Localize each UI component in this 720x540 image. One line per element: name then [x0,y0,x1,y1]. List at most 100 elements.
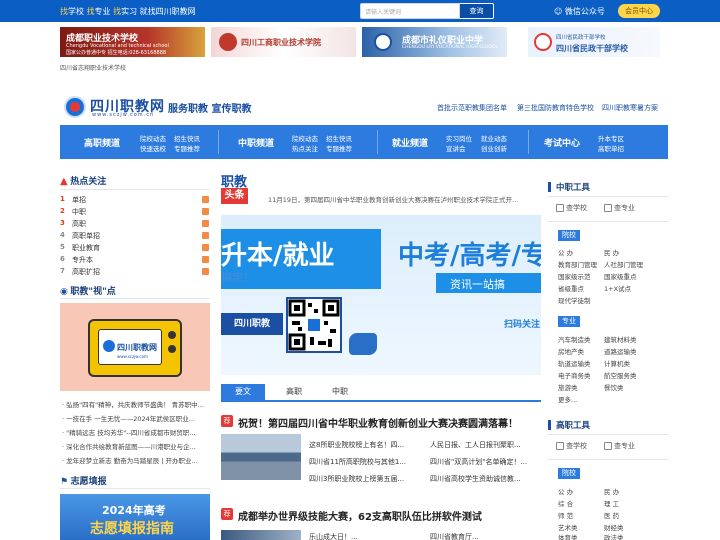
promo-banner[interactable]: 升本/就业 搞定！ 中考/高考/专升 资讯一站搞 四川职教 扫码关注 [221,215,541,375]
nav-sub-link[interactable]: 院校动态 [292,133,318,143]
search-input[interactable]: 请输入关键词 [360,3,460,19]
nav-sub-link[interactable]: 就业动态 [481,133,507,143]
nav-title[interactable]: 高职频道 [84,136,120,149]
news-link[interactable]: 四川省高校学生资助诚信教... [430,474,540,484]
category-link[interactable]: 公 办 [558,486,573,496]
search-button[interactable]: 查询 [460,3,494,19]
feature-thumbnail[interactable] [221,434,301,480]
category-link[interactable]: 医 药 [604,510,619,520]
more-link[interactable]: 更多... [558,394,577,404]
news-link[interactable]: 乐山成大日！... [309,532,421,540]
news-link[interactable]: 四川省教育厅... [430,532,540,540]
header-link[interactable]: 首批示范职教集团名单 [437,103,507,113]
ad-banner-2[interactable]: 四川工商职业技术学院 [211,27,356,57]
divider [548,221,668,222]
category-link[interactable]: 现代学徒制 [558,295,591,305]
feature-title[interactable]: 祝贺！第四届四川省中华职业教育创新创业大赛决赛圆满落幕！ [238,415,518,430]
nav-sub-link[interactable]: 专题推荐 [326,143,352,153]
flame-icon: ▲ [60,176,68,187]
category-link[interactable]: 人社部门管理 [604,259,643,269]
tab-yaowen[interactable]: 要文 [221,384,265,400]
category-tag: 院校 [558,230,580,241]
nav-sub-link[interactable]: 招生快讯 [174,133,200,143]
nav-title[interactable]: 考试中心 [544,136,580,149]
category-link[interactable]: 1+X试点 [604,283,631,293]
news-link[interactable]: 四川省"双高计划"名单确定！... [430,457,540,467]
category-link[interactable]: 综 合 [558,498,573,508]
category-link[interactable]: 政法类 [604,532,624,540]
nav-sub-link[interactable]: 快速选校 [140,143,166,153]
tag-icon [202,196,209,203]
video-section-header: ◉ 职教"视"点 [60,284,210,297]
nav-title[interactable]: 就业频道 [392,136,428,149]
header-link[interactable]: 第三批国防教育特色学校 [517,103,594,113]
tv-screen: 四川职教网 www.sczjw.com [98,329,162,365]
nav-sub-link[interactable]: 宣讲会 [446,143,466,153]
category-link[interactable]: 艺术类 [558,522,578,532]
nav-sub-link[interactable]: 招生快讯 [326,133,352,143]
tab-gaozhi[interactable]: 高职 [279,384,309,400]
category-link[interactable]: 理 工 [604,498,619,508]
category-link[interactable]: 航空服务类 [604,370,637,380]
wechat-link[interactable]: ☺ 微信公众号 [554,6,605,17]
ad-banner-1[interactable]: 成都职业技术学校 Chengdu Vocational and technica… [60,27,205,57]
nav-sub-link[interactable]: 创业创新 [481,143,507,153]
site-logo-icon[interactable] [64,96,86,118]
feature-thumbnail[interactable] [221,530,301,540]
video-news-item[interactable]: · 一技在手 一生无忧——2024年武侯区职业... [62,413,210,423]
video-news-item[interactable]: · "精骑远志 技均芳华"--四川省成都市财贸职... [62,427,210,437]
category-link[interactable]: 民 办 [604,247,619,257]
news-link[interactable]: 四川省11所高职院校与其他1... [309,457,421,467]
category-link[interactable]: 公 办 [558,247,573,257]
nav-sub-link[interactable]: 高职单招 [598,143,624,153]
ad-banner-3[interactable]: 成都市礼仪职业中学 CHENGDU LIYI VOCATIONAL HIGH S… [362,27,507,57]
category-link[interactable]: 国家级重点 [604,271,637,281]
news-tabs: 要文 高职 中职 [221,384,541,402]
nav-title[interactable]: 中职频道 [238,136,274,149]
video-thumbnail[interactable]: 四川职教网 www.sczjw.com [60,303,210,391]
news-link[interactable]: 四川3所职业院校上榜第五届... [309,474,421,484]
category-link[interactable]: 房地产类 [558,346,584,356]
video-news-item[interactable]: · 龙年迎梦立新志 勤奋为马踏星辰 | 开办职业... [62,455,210,465]
hot-label: 高职单招 [72,232,100,240]
member-center-button[interactable]: 会员中心 [618,4,660,18]
category-link[interactable]: 财经类 [604,522,624,532]
category-link[interactable]: 建筑材料类 [604,334,637,344]
tab-zhongzhi[interactable]: 中职 [325,384,355,400]
category-link[interactable]: 道路运输类 [604,346,637,356]
category-link[interactable]: 师 范 [558,510,573,520]
nav-sub-link[interactable]: 热点关注 [292,143,318,153]
category-link[interactable]: 旅游类 [558,382,578,392]
news-text: 龙年迎梦立新志 勤奋为马踏星辰 | 开办职业... [66,457,198,465]
category-link[interactable]: 汽车制造类 [558,334,591,344]
category-link[interactable]: 计算机类 [604,358,630,368]
category-link[interactable]: 体育类 [558,532,578,540]
ad3-subtitle: CHENGDU LIYI VOCATIONAL HIGH SCHOOL [402,45,499,50]
hot-list: 1 单招 2 中职 3 高职 4 高职单招 5 职业教育 6 专升本 7 高职扩招 [60,195,210,276]
ad-banner-4[interactable]: 四川省民政干部学校 四川省民政干部学校 [528,27,660,57]
header-link[interactable]: 四川职教寒暑方案 [602,103,658,113]
ad-caption[interactable]: 四川省志翔职业技术学校 [60,63,126,72]
category-link[interactable]: 轨道运输类 [558,358,591,368]
nav-sub-link[interactable]: 实习岗位 [446,133,472,143]
nav-sub-link[interactable]: 升本专区 [598,133,624,143]
hot-rank: 2 [60,207,65,215]
headline-link[interactable]: 11月19日，第四届四川省中华职业教育创新创业大赛决赛在泸州职业技术学院正式开.… [268,194,540,204]
zhiyuan-banner[interactable]: 2024年高考 志愿填报指南 [60,494,210,540]
category-link[interactable]: 餐饮类 [604,382,624,392]
category-link[interactable]: 省级重点 [558,283,584,293]
feature-title[interactable]: 成都举办世界级技能大赛，62支高职队伍比拼软件测试 [238,508,482,523]
logo-dot [70,102,80,112]
video-news-item[interactable]: · 深化合作共绘教育新蓝图——川港职业与企... [62,441,210,451]
category-link[interactable]: 电子商务类 [558,370,591,380]
nav-sub-link[interactable]: 院校动态 [140,133,166,143]
news-link[interactable]: 人民日报、工人日报刊聚职... [430,440,540,450]
book-icon [604,204,612,212]
news-link[interactable]: 这8所职业院校榜上有名！四... [309,440,421,450]
tag-icon [202,232,209,239]
video-news-item[interactable]: · 弘扬"四有"精神，共庆教师节盛典！ 青苏职中... [62,399,210,409]
category-link[interactable]: 民 办 [604,486,619,496]
category-link[interactable]: 教育部门管理 [558,259,597,269]
category-link[interactable]: 国家级示范 [558,271,591,281]
nav-sub-link[interactable]: 专题推荐 [174,143,200,153]
